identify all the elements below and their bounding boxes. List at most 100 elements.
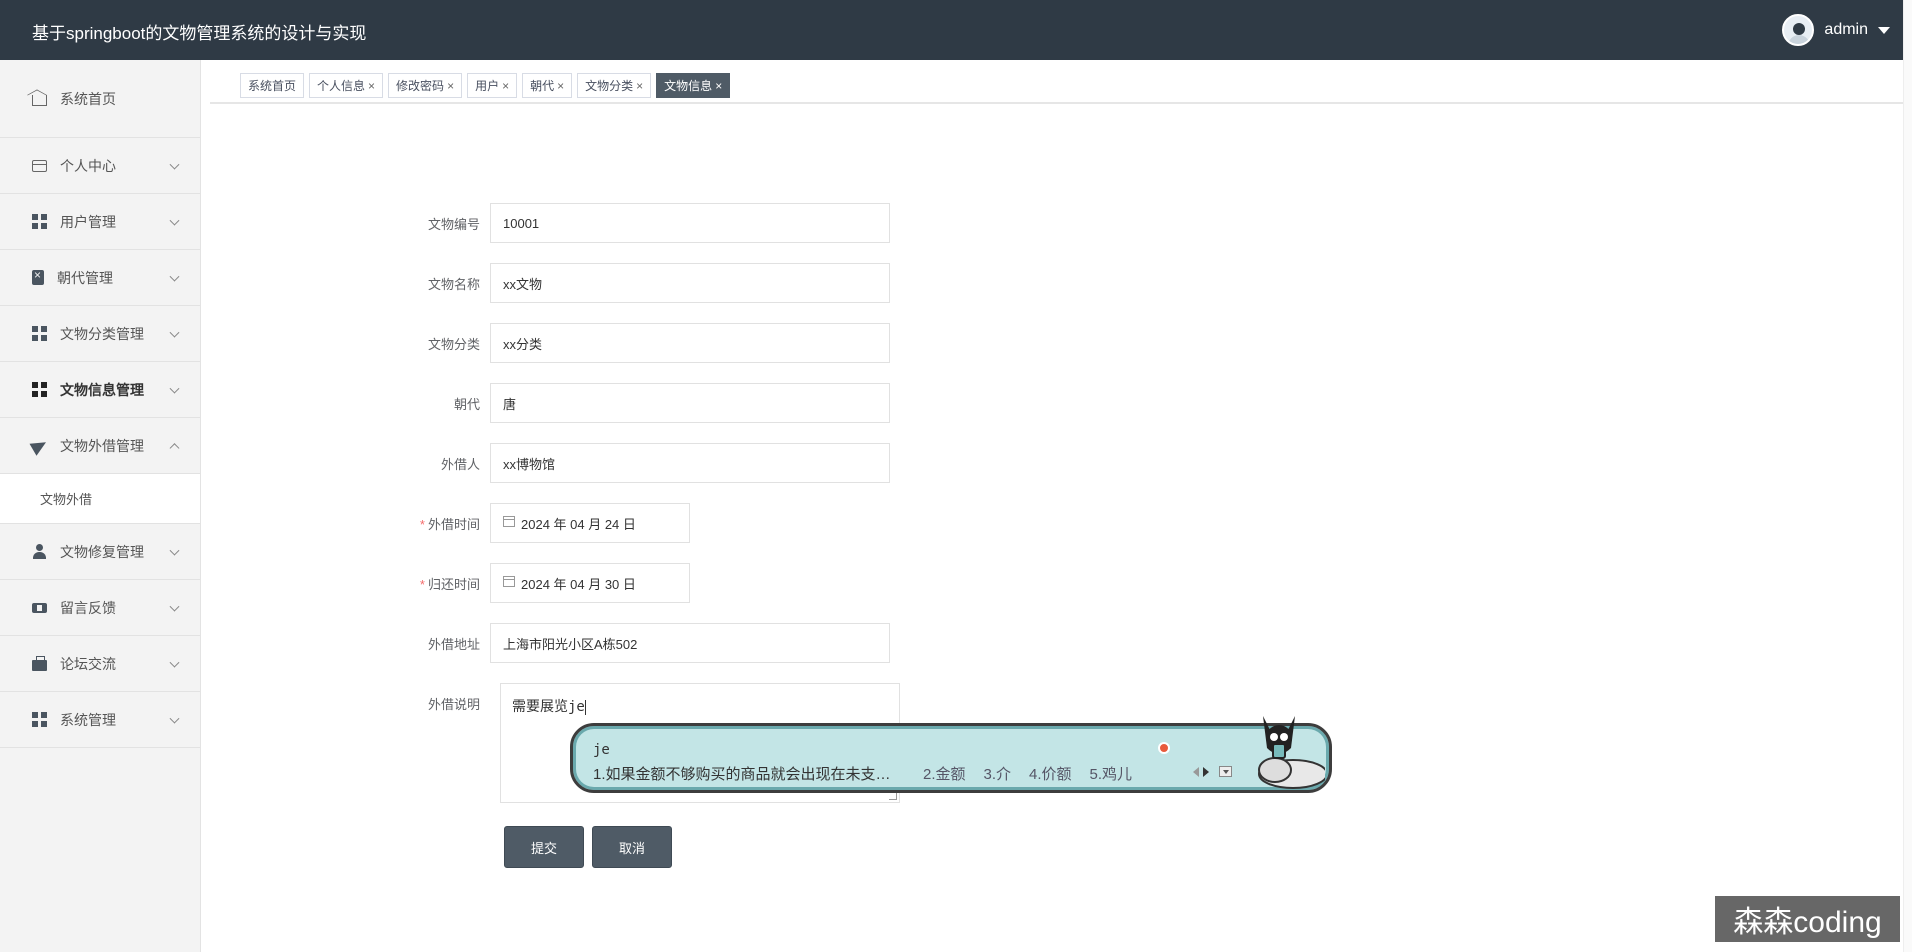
ime-mascot-icon (1258, 716, 1325, 789)
field-label: 朝代 (453, 396, 480, 412)
chevron-up-icon (169, 442, 180, 453)
ime-composition: je (593, 742, 610, 758)
tab-relic-info[interactable]: 文物信息 × (656, 73, 731, 98)
sidebar-item-forum[interactable]: 论坛交流 (0, 636, 200, 692)
sidebar-item-label: 朝代管理 (57, 269, 113, 286)
return-date-picker[interactable]: 2024 年 04 月 30 日 (490, 563, 690, 603)
tab-personal-info[interactable]: 个人信息 × (309, 73, 384, 98)
sidebar-item-relic-info[interactable]: 文物信息管理 (0, 362, 200, 418)
form-row-borrower: 外借人 xx博物馆 (400, 443, 890, 483)
ime-candidate[interactable]: 1.如果金额不够购买的商品就会出现在未支… (593, 763, 913, 784)
sidebar-item-category[interactable]: 文物分类管理 (0, 306, 200, 362)
tab-home[interactable]: 系统首页 (240, 73, 305, 98)
ime-candidate-window: je 1.如果金额不够购买的商品就会出现在未支… 2.金额 3.介 4.价额 5… (570, 716, 1332, 793)
sidebar-item-lending[interactable]: 文物外借管理 (0, 418, 200, 474)
ime-menu-icon[interactable] (1219, 766, 1232, 777)
tab-dynasty[interactable]: 朝代 × (522, 73, 573, 98)
form-row-note: 外借说明 (400, 694, 490, 713)
required-mark: * (419, 516, 425, 532)
field-label-text: 外借时间 (427, 516, 480, 532)
avatar[interactable] (1782, 14, 1815, 46)
ime-candidate[interactable]: 2.金额 (923, 763, 966, 784)
tab-label: 文物信息 (664, 79, 713, 93)
briefcase-icon (32, 655, 47, 671)
note-composing: je (568, 699, 585, 715)
chevron-down-icon (169, 545, 180, 556)
sidebar-item-system[interactable]: 系统管理 (0, 692, 200, 748)
sidebar-item-label: 留言反馈 (60, 599, 116, 616)
grid-icon (32, 712, 47, 727)
close-icon[interactable]: × (636, 79, 643, 93)
text-cursor (584, 699, 586, 715)
address-input[interactable]: 上海市阳光小区A栋502 (490, 623, 890, 663)
sidebar-item-repair[interactable]: 文物修复管理 (0, 524, 200, 580)
resize-handle[interactable] (889, 792, 897, 800)
sidebar-item-label: 文物修复管理 (60, 543, 144, 560)
calendar-icon (503, 575, 515, 587)
username[interactable]: admin (1824, 21, 1868, 39)
chevron-down-icon (169, 159, 180, 170)
ime-status-icon (1158, 742, 1170, 754)
ime-candidate-list: 1.如果金额不够购买的商品就会出现在未支… 2.金额 3.介 4.价额 5.鸡儿 (593, 763, 1150, 784)
chevron-down-icon[interactable] (1878, 26, 1890, 34)
sidebar-item-home[interactable]: 系统首页 (0, 60, 200, 138)
field-label: 文物名称 (427, 276, 480, 292)
user-menu[interactable]: admin (1782, 14, 1890, 46)
watermark: 森森coding (1715, 896, 1900, 942)
form-row-return-date: * 归还时间 2024 年 04 月 30 日 (400, 563, 690, 603)
field-label: 外借人 (440, 456, 480, 472)
form-row-relic-no: 文物编号 10001 (400, 203, 890, 243)
field-label: * 外借时间 (400, 514, 490, 533)
sidebar: 系统首页 个人中心 用户管理 朝代管理 文物分类管理 文物信息管理 文物外借管理… (0, 60, 201, 952)
dynasty-input[interactable]: 唐 (490, 383, 890, 423)
relic-category-input[interactable]: xx分类 (490, 323, 890, 363)
sidebar-subitem-lending[interactable]: 文物外借 (0, 474, 200, 524)
note-text: 需要展览 (512, 698, 568, 714)
field-label: 文物分类 (427, 336, 480, 352)
chevron-down-icon (169, 657, 180, 668)
relic-no-input[interactable]: 10001 (490, 203, 890, 243)
return-date-value: 2024 年 04 月 30 日 (521, 576, 636, 592)
cancel-button[interactable]: 取消 (592, 826, 672, 868)
page-scrollbar[interactable] (1903, 0, 1912, 952)
ime-prev-page-icon[interactable] (1193, 766, 1199, 777)
field-label: 文物编号 (427, 216, 480, 232)
ime-candidate[interactable]: 4.价额 (1029, 763, 1072, 784)
close-icon[interactable]: × (502, 79, 509, 93)
submit-button[interactable]: 提交 (504, 826, 584, 868)
close-icon[interactable]: × (557, 79, 564, 93)
tab-label: 系统首页 (248, 79, 297, 93)
lend-date-picker[interactable]: 2024 年 04 月 24 日 (490, 503, 690, 543)
close-icon[interactable]: × (368, 79, 375, 93)
borrower-input[interactable]: xx博物馆 (490, 443, 890, 483)
tab-change-password[interactable]: 修改密码 × (388, 73, 463, 98)
sidebar-item-dynasty[interactable]: 朝代管理 (0, 250, 200, 306)
paper-plane-icon (29, 435, 50, 456)
tab-category[interactable]: 文物分类 × (577, 73, 652, 98)
close-icon[interactable]: × (447, 79, 454, 93)
required-mark: * (419, 576, 425, 592)
user-icon (32, 544, 47, 559)
sidebar-item-feedback[interactable]: 留言反馈 (0, 580, 200, 636)
form-row-lend-date: * 外借时间 2024 年 04 月 24 日 (400, 503, 690, 543)
sidebar-item-users[interactable]: 用户管理 (0, 194, 200, 250)
ime-next-page-icon[interactable] (1203, 766, 1209, 777)
tab-users[interactable]: 用户 × (467, 73, 518, 98)
relic-name-input[interactable]: xx文物 (490, 263, 890, 303)
ime-candidate[interactable]: 5.鸡儿 (1090, 763, 1133, 784)
chevron-down-icon (169, 383, 180, 394)
ime-candidate[interactable]: 3.介 (984, 763, 1012, 784)
clipboard-icon (32, 268, 44, 285)
sidebar-item-profile[interactable]: 个人中心 (0, 138, 200, 194)
close-icon[interactable]: × (715, 79, 722, 93)
chevron-down-icon (169, 215, 180, 226)
field-label: 外借地址 (427, 636, 480, 652)
card-icon (32, 159, 47, 172)
field-label-text: 归还时间 (427, 576, 480, 592)
grid-icon (32, 214, 47, 229)
sidebar-item-label: 文物信息管理 (60, 381, 144, 398)
chevron-down-icon (169, 713, 180, 724)
tab-label: 个人信息 (317, 79, 366, 93)
sidebar-item-label: 系统首页 (60, 90, 116, 107)
chevron-down-icon (169, 271, 180, 282)
